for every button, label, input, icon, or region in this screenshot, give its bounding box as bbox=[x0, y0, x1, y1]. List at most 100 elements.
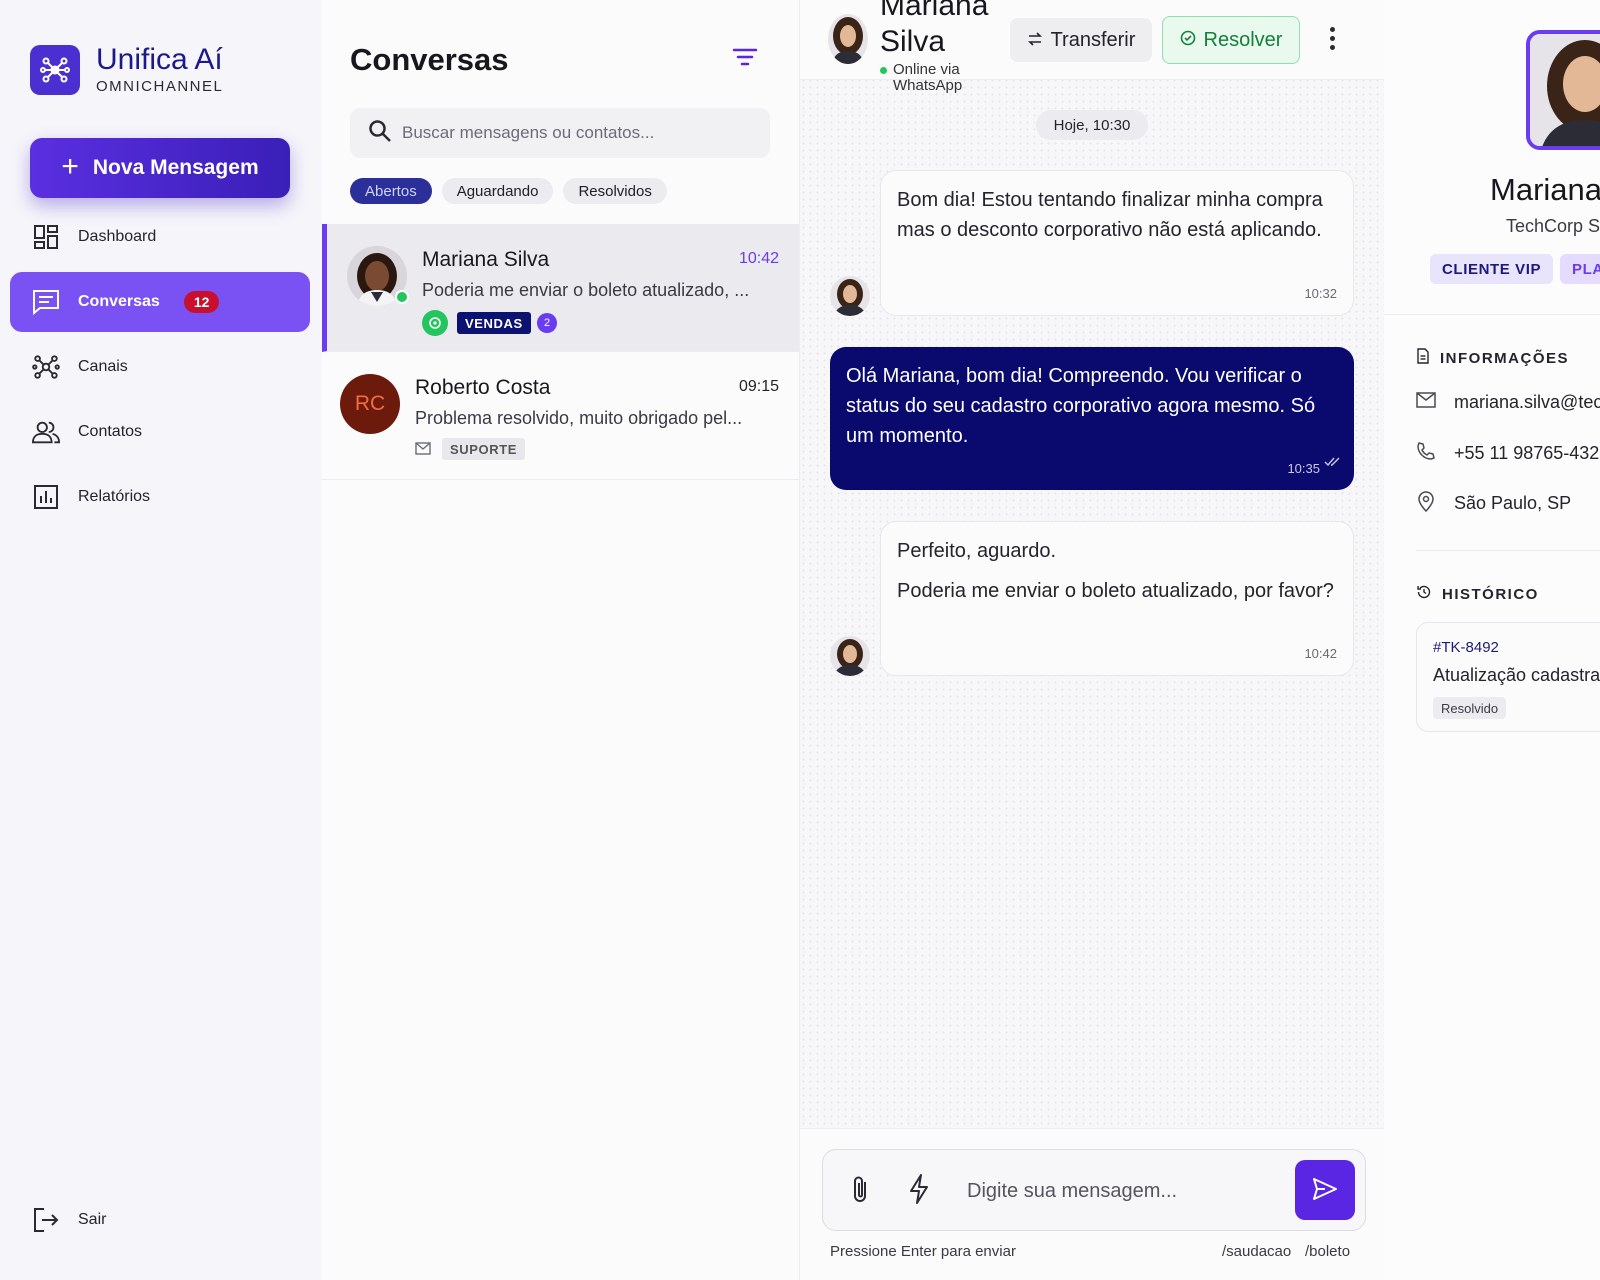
avatar bbox=[828, 14, 868, 64]
sidebar-item-dashboard[interactable]: Dashboard bbox=[10, 207, 310, 267]
chat-icon bbox=[32, 288, 60, 316]
contacts-icon bbox=[32, 418, 60, 446]
avatar bbox=[830, 276, 870, 316]
shortcut-boleto[interactable]: /boleto bbox=[1305, 1243, 1350, 1260]
ticket-status-badge: Resolvido bbox=[1433, 697, 1507, 719]
app-window: Unifica Aí OMNICHANNEL + Nova Mensagem D… bbox=[0, 0, 1600, 1280]
sidebar-item-contatos[interactable]: Contatos bbox=[10, 402, 310, 462]
message-text: Poderia me enviar o boleto atualizado, p… bbox=[897, 580, 1334, 602]
avatar bbox=[830, 636, 870, 676]
info-section-title: INFORMAÇÕES bbox=[1416, 348, 1569, 368]
email-row[interactable]: mariana.silva@tec bbox=[1416, 392, 1600, 413]
document-icon bbox=[1416, 348, 1430, 368]
resolve-button[interactable]: Resolver bbox=[1162, 16, 1300, 64]
sidebar-item-relatorios[interactable]: Relatórios bbox=[10, 467, 310, 527]
profile-tag: PLA bbox=[1560, 254, 1600, 284]
message-input[interactable] bbox=[967, 1172, 1267, 1210]
conversation-item[interactable]: RC Roberto Costa 09:15 Problema resolvid… bbox=[322, 352, 799, 480]
message-text: Olá Mariana, bom dia! Compreendo. Vou ve… bbox=[846, 365, 1316, 447]
new-message-label: Nova Mensagem bbox=[92, 156, 259, 179]
date-separator: Hoje, 10:30 bbox=[1036, 110, 1148, 140]
history-section-title: HISTÓRICO bbox=[1416, 584, 1539, 604]
page-title: Conversas bbox=[350, 42, 509, 77]
contact-profile-panel: Mariana TechCorp S CLIENTE VIP PLA INFOR… bbox=[1384, 0, 1600, 1280]
brand-name: Unifica Aí bbox=[96, 43, 223, 76]
sidebar-item-label: Contatos bbox=[78, 423, 143, 440]
message-text: Bom dia! Estou tentando finalizar minha … bbox=[897, 189, 1323, 241]
transfer-button[interactable]: Transferir bbox=[1010, 18, 1152, 62]
reports-icon bbox=[32, 483, 60, 511]
more-options-icon[interactable] bbox=[1320, 22, 1344, 54]
send-button[interactable] bbox=[1295, 1160, 1355, 1220]
location-pin-icon bbox=[1416, 490, 1436, 517]
phone-icon bbox=[1416, 441, 1436, 466]
search-bar bbox=[350, 108, 770, 158]
compose-box bbox=[822, 1149, 1366, 1231]
unread-count-badge: 2 bbox=[537, 313, 557, 333]
brand-logo[interactable]: Unifica Aí OMNICHANNEL bbox=[30, 44, 223, 95]
online-indicator bbox=[880, 67, 887, 74]
sidebar: Unifica Aí OMNICHANNEL + Nova Mensagem D… bbox=[0, 0, 322, 1280]
incoming-message: Bom dia! Estou tentando finalizar minha … bbox=[880, 170, 1354, 316]
new-message-button[interactable]: + Nova Mensagem bbox=[30, 138, 290, 198]
department-tag: VENDAS bbox=[457, 312, 531, 334]
history-icon bbox=[1416, 584, 1432, 604]
sidebar-item-label: Canais bbox=[78, 358, 128, 375]
conversation-time: 09:15 bbox=[738, 378, 779, 395]
outgoing-message: Olá Mariana, bom dia! Compreendo. Vou ve… bbox=[830, 347, 1354, 490]
profile-name: Mariana bbox=[1490, 172, 1600, 207]
sidebar-item-canais[interactable]: Canais bbox=[10, 337, 310, 397]
send-icon bbox=[1311, 1177, 1339, 1204]
transfer-label: Transferir bbox=[1050, 28, 1136, 51]
sidebar-item-label: Dashboard bbox=[78, 228, 157, 245]
filter-chip-resolvidos[interactable]: Resolvidos bbox=[563, 178, 667, 204]
chat-panel: Mariana Silva Online via WhatsApp Transf… bbox=[800, 0, 1384, 1280]
avatar: RC bbox=[340, 374, 400, 434]
location-row: São Paulo, SP bbox=[1416, 490, 1571, 517]
lightning-icon[interactable] bbox=[905, 1172, 933, 1206]
logout-icon bbox=[32, 1206, 60, 1234]
paperclip-icon[interactable] bbox=[847, 1174, 875, 1206]
resolve-label: Resolver bbox=[1203, 28, 1283, 51]
contact-name: Roberto Costa bbox=[415, 376, 551, 399]
message-time: 10:35 bbox=[1287, 461, 1320, 476]
logout-label: Sair bbox=[78, 1211, 107, 1228]
check-circle-icon bbox=[1180, 29, 1196, 52]
filter-chip-aguardando[interactable]: Aguardando bbox=[441, 178, 554, 204]
shortcut-saudacao[interactable]: /saudacao bbox=[1222, 1243, 1291, 1260]
whatsapp-icon bbox=[422, 310, 448, 336]
divider bbox=[1384, 314, 1600, 315]
email-icon bbox=[415, 442, 431, 460]
message-preview: Problema resolvido, muito obrigado pel..… bbox=[415, 408, 743, 428]
contact-name: Mariana Silva bbox=[422, 248, 550, 271]
message-preview: Poderia me enviar o boleto atualizado, .… bbox=[422, 280, 750, 300]
profile-company: TechCorp S bbox=[1506, 216, 1600, 236]
chat-header: Mariana Silva Online via WhatsApp Transf… bbox=[800, 0, 1384, 94]
history-ticket-card[interactable]: #TK-8492 Atualização cadastra Resolvido bbox=[1416, 622, 1600, 732]
department-tag: SUPORTE bbox=[442, 438, 526, 460]
divider bbox=[1416, 550, 1600, 551]
message-time: 10:32 bbox=[1304, 286, 1337, 301]
chat-contact-name: Mariana Silva bbox=[880, 0, 989, 58]
message-text: Perfeito, aguardo. bbox=[897, 540, 1056, 562]
ticket-title: Atualização cadastra bbox=[1433, 665, 1600, 685]
plus-icon: + bbox=[61, 149, 79, 183]
message-time: 10:42 bbox=[1304, 646, 1337, 661]
email-value: mariana.silva@tec bbox=[1454, 392, 1600, 412]
profile-photo bbox=[1526, 30, 1600, 150]
search-icon bbox=[368, 119, 392, 148]
filter-icon[interactable] bbox=[730, 42, 760, 72]
profile-tag: CLIENTE VIP bbox=[1430, 254, 1554, 284]
filter-chip-abertos[interactable]: Abertos bbox=[350, 178, 432, 204]
location-value: São Paulo, SP bbox=[1454, 493, 1572, 513]
phone-row[interactable]: +55 11 98765-432 bbox=[1416, 441, 1599, 466]
logout-button[interactable]: Sair bbox=[10, 1190, 310, 1250]
search-input[interactable] bbox=[402, 123, 762, 143]
status-filter-chips: Abertos Aguardando Resolvidos bbox=[350, 178, 667, 204]
composer-hint: Pressione Enter para enviar bbox=[830, 1243, 1016, 1260]
sidebar-item-conversas[interactable]: Conversas 12 bbox=[10, 272, 310, 332]
message-composer: Pressione Enter para enviar /saudacao /b… bbox=[800, 1128, 1384, 1280]
sidebar-item-label: Conversas bbox=[78, 293, 160, 310]
conversation-item[interactable]: Mariana Silva 10:42 Poderia me enviar o … bbox=[322, 224, 799, 352]
conversation-time: 10:42 bbox=[738, 250, 779, 267]
